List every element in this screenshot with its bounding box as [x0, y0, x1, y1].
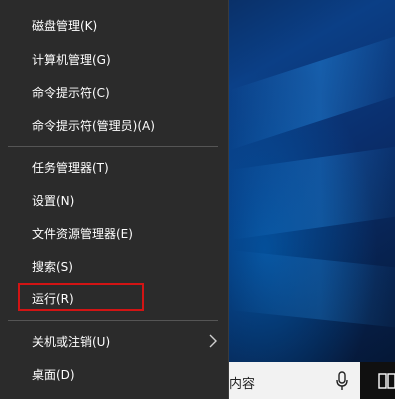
wallpaper-light-beam: [230, 250, 395, 329]
menu-item-label: 文件资源管理器(E): [32, 227, 133, 241]
run-highlight-box: [18, 283, 144, 311]
desktop-screen: 磁盘管理(K) 计算机管理(G) 命令提示符(C) 命令提示符(管理员)(A) …: [0, 0, 395, 399]
menu-separator: [8, 146, 218, 147]
menu-item-command-prompt-admin[interactable]: 命令提示符(管理员)(A): [0, 109, 228, 142]
quick-link-menu: 磁盘管理(K) 计算机管理(G) 命令提示符(C) 命令提示符(管理员)(A) …: [0, 0, 229, 399]
microphone-icon[interactable]: [335, 371, 349, 391]
menu-item-desktop[interactable]: 桌面(D): [0, 358, 228, 391]
menu-item-label: 命令提示符(C): [32, 86, 110, 100]
menu-item-label: 任务管理器(T): [32, 161, 109, 175]
menu-item-search[interactable]: 搜索(S): [0, 250, 228, 283]
menu-item-shutdown-signout[interactable]: 关机或注销(U): [0, 325, 228, 358]
wallpaper-light-beam: [230, 144, 395, 240]
menu-item-label: 命令提示符(管理员)(A): [32, 119, 155, 133]
menu-item-command-prompt[interactable]: 命令提示符(C): [0, 76, 228, 109]
menu-item-label: 关机或注销(U): [32, 335, 111, 349]
menu-separator: [8, 320, 218, 321]
menu-item-settings[interactable]: 设置(N): [0, 184, 228, 217]
menu-item-label: 桌面(D): [32, 368, 75, 382]
chevron-right-icon: [209, 334, 217, 348]
taskbar: [360, 362, 395, 399]
menu-item-label: 磁盘管理(K): [32, 19, 98, 33]
menu-item-disk-management[interactable]: 磁盘管理(K): [0, 9, 228, 42]
menu-item-label: 搜索(S): [32, 260, 73, 274]
menu-item-file-explorer[interactable]: 文件资源管理器(E): [0, 217, 228, 250]
menu-item-label: 计算机管理(G): [32, 53, 111, 67]
search-box-text: 内容: [229, 377, 256, 392]
menu-item-task-manager[interactable]: 任务管理器(T): [0, 151, 228, 184]
menu-item-computer-management[interactable]: 计算机管理(G): [0, 43, 228, 76]
menu-item-label: 设置(N): [32, 194, 75, 208]
wallpaper-light-beam: [230, 31, 395, 151]
taskbar-search-box[interactable]: 内容: [229, 362, 360, 399]
task-view-icon[interactable]: [378, 372, 395, 390]
